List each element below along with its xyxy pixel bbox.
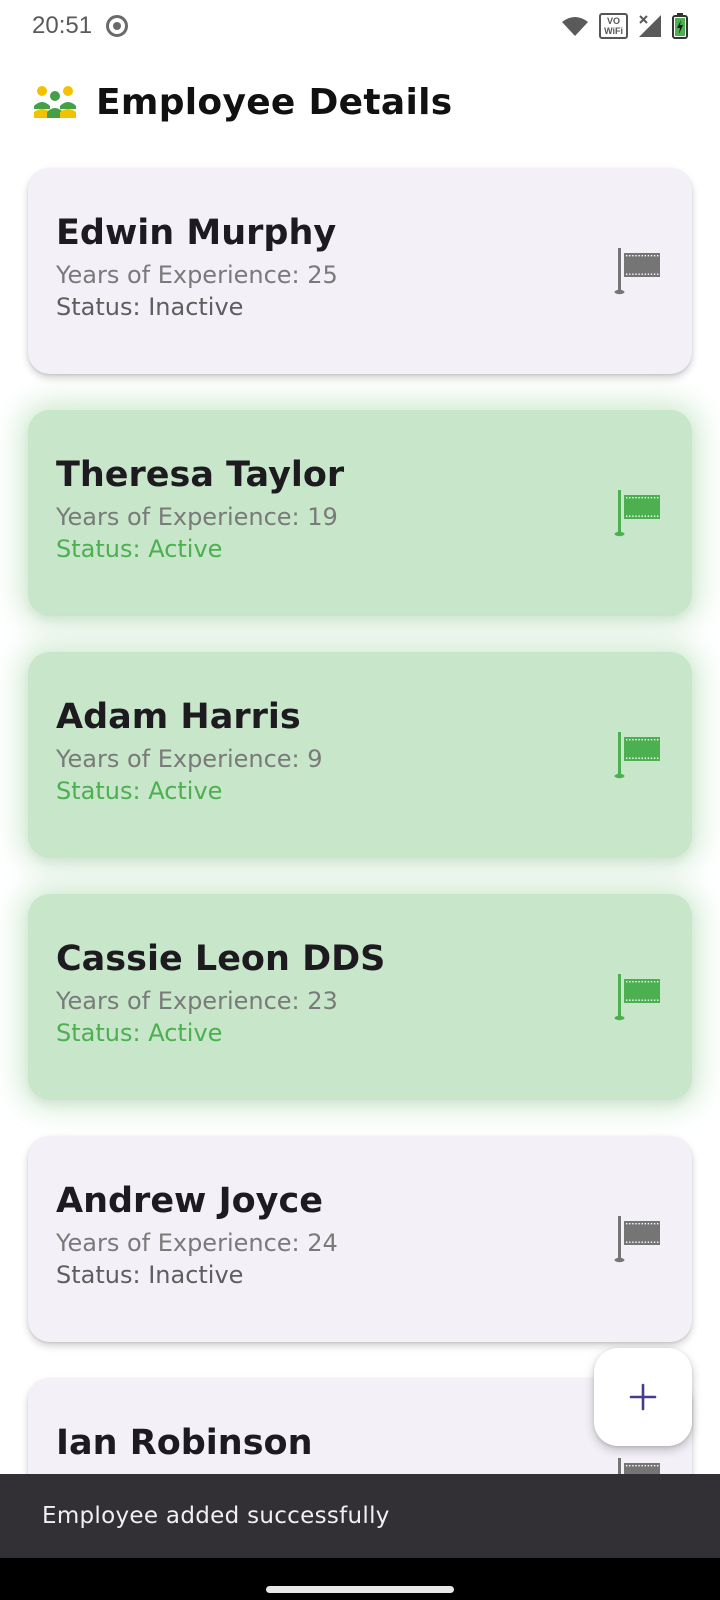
employee-name: Edwin Murphy: [56, 213, 337, 253]
employee-experience: Years of Experience: 24: [56, 1229, 338, 1257]
employee-experience: Years of Experience: 23: [56, 987, 338, 1015]
page-title: Employee Details: [96, 81, 453, 123]
signal-icon: [639, 15, 661, 37]
employee-experience: Years of Experience: 25: [56, 261, 338, 289]
flag-icon[interactable]: [614, 488, 662, 538]
flag-icon[interactable]: [614, 730, 662, 780]
employee-status: Status: Inactive: [56, 293, 244, 321]
battery-charging-icon: [672, 13, 688, 39]
employee-name: Theresa Taylor: [56, 455, 345, 495]
status-time: 20:51: [32, 12, 93, 39]
group-icon: [34, 86, 76, 118]
wifi-icon: [562, 17, 589, 36]
vowifi-top-label: VO: [607, 16, 621, 26]
add-employee-button[interactable]: [594, 1348, 692, 1446]
employee-status: Status: Active: [56, 777, 223, 805]
employee-name: Andrew Joyce: [56, 1181, 323, 1221]
system-nav-bar: [0, 1558, 720, 1600]
vowifi-bottom-label: WiFi: [604, 26, 623, 36]
employee-card[interactable]: Cassie Leon DDS Years of Experience: 23 St…: [28, 894, 692, 1100]
home-indicator[interactable]: [266, 1586, 454, 1593]
status-icons: VO WiFi: [561, 13, 688, 39]
app-bar: Employee Details: [32, 72, 453, 132]
flag-icon[interactable]: [614, 246, 662, 296]
status-bar: 20:51 VO WiFi: [0, 0, 720, 52]
employee-status: Status: Active: [56, 1019, 223, 1047]
employee-card[interactable]: Theresa Taylor Years of Experience: 19 Sta…: [28, 410, 692, 616]
employee-card[interactable]: Andrew Joyce Years of Experience: 24 Statu…: [28, 1136, 692, 1342]
screen: 20:51 VO WiFi Employee Details Edwin Mur…: [0, 0, 720, 1600]
employee-name: Cassie Leon DDS: [56, 939, 386, 979]
vowifi-icon: VO WiFi: [599, 13, 628, 39]
employee-experience: Years of Experience: 9: [56, 745, 323, 773]
employee-card[interactable]: Edwin Murphy Years of Experience: 25 Statu…: [28, 168, 692, 374]
employee-name: Adam Harris: [56, 697, 301, 737]
employee-experience: Years of Experience: 19: [56, 503, 338, 531]
snackbar: Employee added successfully: [0, 1474, 720, 1558]
flag-icon[interactable]: [614, 1214, 662, 1264]
snackbar-message: Employee added successfully: [42, 1503, 390, 1529]
employee-status: Status: Active: [56, 535, 223, 563]
screen-record-icon: [106, 15, 129, 37]
employee-status: Status: Inactive: [56, 1261, 244, 1289]
employee-name: Ian Robinson: [56, 1423, 313, 1463]
employee-card[interactable]: Adam Harris Years of Experience: 9 Status:…: [28, 652, 692, 858]
flag-icon[interactable]: [614, 972, 662, 1022]
plus-icon: [629, 1383, 657, 1411]
